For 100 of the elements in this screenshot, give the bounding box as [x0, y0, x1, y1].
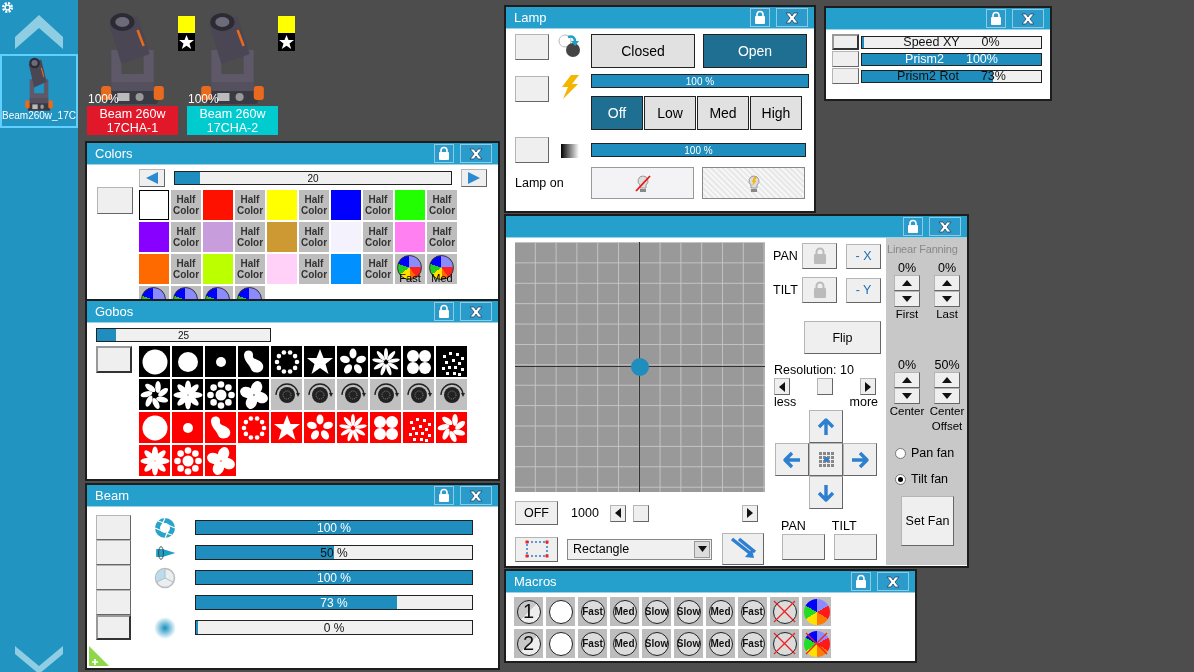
- button[interactable]: [515, 137, 549, 163]
- invert-button[interactable]: - X: [846, 243, 881, 269]
- macro-button[interactable]: Med: [610, 629, 639, 658]
- gobo-button[interactable]: [238, 346, 269, 377]
- color-swatch[interactable]: [139, 254, 169, 284]
- radio-label[interactable]: Pan fan: [911, 446, 955, 460]
- color-swatch[interactable]: [267, 222, 297, 252]
- macro-button[interactable]: Med: [706, 629, 735, 658]
- strobe-option[interactable]: High: [750, 96, 802, 130]
- macro-button[interactable]: [770, 597, 799, 626]
- lock-button[interactable]: [986, 9, 1006, 28]
- half-color-button[interactable]: Half Color: [363, 222, 393, 252]
- tilt-button[interactable]: [834, 534, 877, 560]
- half-color-button[interactable]: Half Color: [171, 254, 201, 284]
- half-color-button[interactable]: Half Color: [299, 254, 329, 284]
- down-button[interactable]: [809, 476, 843, 509]
- swap-button[interactable]: [722, 533, 764, 565]
- button[interactable]: [832, 34, 859, 50]
- lock-button[interactable]: [851, 572, 871, 591]
- color-swatch[interactable]: [203, 222, 233, 252]
- macro-button[interactable]: Fast: [578, 597, 607, 626]
- macro-button[interactable]: [802, 629, 831, 658]
- close-button[interactable]: [460, 486, 492, 505]
- gobo-button[interactable]: [370, 346, 401, 377]
- scroll-right-button[interactable]: [742, 504, 758, 522]
- radio-button[interactable]: [895, 473, 906, 485]
- strobe-option[interactable]: Off: [591, 96, 643, 130]
- increment-button[interactable]: [894, 275, 920, 291]
- scroll-left-button[interactable]: [774, 378, 790, 395]
- button[interactable]: [832, 51, 859, 67]
- gobo-button[interactable]: [337, 379, 368, 410]
- gobo-button[interactable]: [436, 379, 467, 410]
- half-color-button[interactable]: Half Color: [171, 222, 201, 252]
- lock-button[interactable]: [750, 8, 770, 27]
- lock-button[interactable]: [434, 302, 454, 321]
- previous-button[interactable]: [139, 169, 165, 187]
- position-handle[interactable]: [631, 358, 649, 376]
- up-button[interactable]: [809, 410, 843, 443]
- macro-button[interactable]: [546, 597, 575, 626]
- radio-label[interactable]: Tilt fan: [911, 472, 949, 486]
- left-button[interactable]: [775, 443, 809, 476]
- close-button[interactable]: [877, 572, 909, 591]
- close-button[interactable]: [460, 302, 492, 321]
- gobo-button[interactable]: [436, 346, 467, 377]
- gobo-button[interactable]: [238, 379, 269, 410]
- macro-button[interactable]: Slow: [642, 597, 671, 626]
- macro-button[interactable]: 1: [514, 597, 543, 626]
- shutter-button[interactable]: Closed: [591, 34, 695, 68]
- gobo-slider[interactable]: 25: [96, 328, 271, 342]
- increment-button[interactable]: [934, 275, 960, 291]
- button[interactable]: [96, 565, 131, 590]
- color-swatch[interactable]: [267, 190, 297, 220]
- half-color-button[interactable]: Half Color: [235, 190, 265, 220]
- shape-dropdown[interactable]: Rectangle: [567, 538, 712, 560]
- half-color-button[interactable]: Half Color: [171, 190, 201, 220]
- level-slider[interactable]: 73 %: [195, 595, 473, 610]
- radio-button[interactable]: [895, 447, 906, 459]
- decrement-button[interactable]: [934, 291, 960, 307]
- macro-button[interactable]: [546, 629, 575, 658]
- color-swatch[interactable]: [331, 254, 361, 284]
- color-swatch[interactable]: [395, 222, 425, 252]
- invert-button[interactable]: - Y: [846, 277, 881, 303]
- button[interactable]: [96, 590, 131, 615]
- increment-button[interactable]: [894, 372, 920, 388]
- dimmer-slider[interactable]: 100 %: [591, 74, 809, 88]
- half-color-button[interactable]: Half Color: [299, 190, 329, 220]
- gobo-button[interactable]: [139, 346, 170, 377]
- lock-button[interactable]: [434, 486, 454, 505]
- gobo-button[interactable]: [304, 379, 335, 410]
- gobo-button[interactable]: [205, 379, 236, 410]
- half-color-button[interactable]: Half Color: [235, 254, 265, 284]
- center-button[interactable]: [809, 443, 843, 476]
- level-slider[interactable]: 50 %: [195, 545, 473, 560]
- macro-button[interactable]: Slow: [674, 629, 703, 658]
- half-color-button[interactable]: Half Color: [427, 190, 457, 220]
- color-swatch[interactable]: [267, 254, 297, 284]
- button[interactable]: [832, 68, 859, 84]
- macro-button[interactable]: Fast: [738, 629, 767, 658]
- set-fan-button[interactable]: Set Fan: [901, 496, 954, 546]
- color-swatch[interactable]: [203, 190, 233, 220]
- right-button[interactable]: [843, 443, 877, 476]
- slider-thumb[interactable]: [817, 378, 833, 395]
- color-swatch[interactable]: [139, 222, 169, 252]
- gobo-button[interactable]: [337, 346, 368, 377]
- button[interactable]: [97, 187, 133, 214]
- lock-button[interactable]: [802, 277, 837, 303]
- next-button[interactable]: [461, 169, 487, 187]
- level-slider[interactable]: 0 %: [195, 620, 473, 635]
- gobo-button[interactable]: [403, 346, 434, 377]
- button[interactable]: [96, 540, 131, 565]
- lamp-button[interactable]: [591, 167, 694, 199]
- slider-thumb[interactable]: [632, 504, 649, 522]
- lock-button[interactable]: [903, 217, 923, 236]
- color-wheel-button[interactable]: Med: [427, 254, 457, 284]
- scroll-right-button[interactable]: [860, 378, 876, 395]
- half-color-button[interactable]: Half Color: [427, 222, 457, 252]
- gobo-button[interactable]: [403, 379, 434, 410]
- gobo-button[interactable]: [271, 346, 302, 377]
- scroll-left-button[interactable]: [610, 504, 626, 522]
- decrement-button[interactable]: [894, 291, 920, 307]
